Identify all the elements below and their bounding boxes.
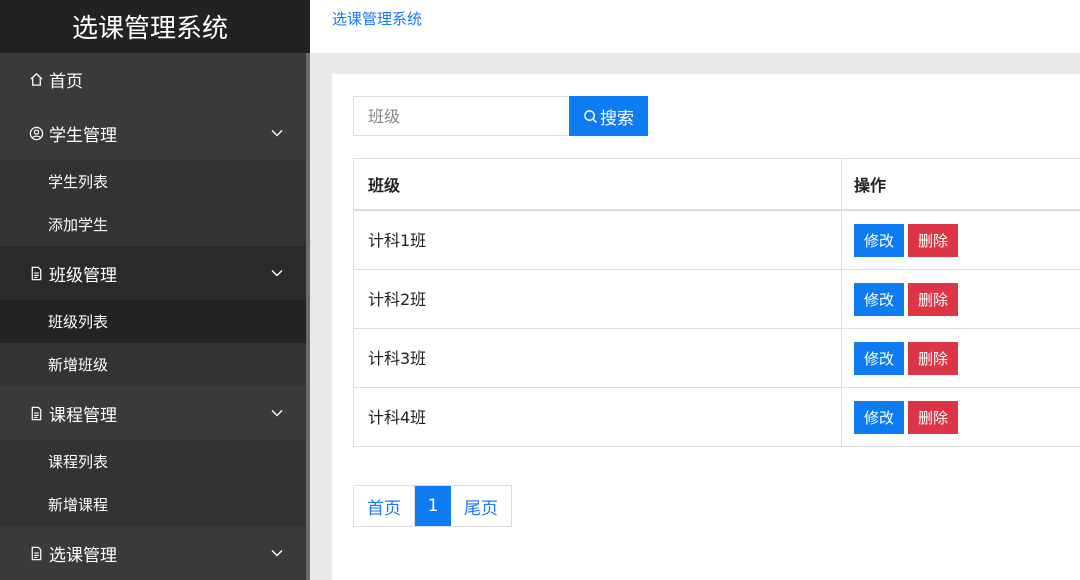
top-bar: 选课管理系统 [310, 0, 1080, 53]
sidebar-item-label: 选课管理 [49, 545, 117, 566]
table-row: 计科3班 修改 删除 [354, 329, 1080, 388]
class-name-cell: 计科2班 [354, 270, 842, 328]
pagination-last[interactable]: 尾页 [451, 486, 511, 526]
search-icon [583, 109, 598, 124]
sidebar-item-label: 课程管理 [49, 405, 117, 426]
sidebar-item-label: 首页 [49, 72, 83, 92]
pagination-current-page[interactable]: 1 [415, 486, 451, 526]
class-name-cell: 计科3班 [354, 329, 842, 387]
edit-button[interactable]: 修改 [854, 341, 904, 375]
document-icon [28, 545, 44, 561]
edit-button[interactable]: 修改 [854, 400, 904, 434]
edit-button[interactable]: 修改 [854, 223, 904, 257]
chevron-down-icon [270, 126, 284, 140]
document-icon [28, 405, 44, 421]
chevron-down-icon [270, 406, 284, 420]
actions-cell: 修改 删除 [842, 270, 1080, 328]
delete-button[interactable]: 删除 [908, 341, 958, 375]
home-icon [28, 72, 44, 88]
search-bar: 搜索 [353, 96, 648, 136]
sidebar-group-classes[interactable]: 班级管理 [0, 246, 310, 300]
table-row: 计科4班 修改 删除 [354, 388, 1080, 447]
class-name-cell: 计科1班 [354, 211, 842, 269]
sidebar-item-add-student[interactable]: 添加学生 [0, 203, 310, 246]
chevron-down-icon [270, 546, 284, 560]
main-panel: 搜索 班级 操作 计科1班 修改 删除 计科2班 修改 删除 计科3班 修改 [332, 74, 1080, 580]
class-table: 班级 操作 计科1班 修改 删除 计科2班 修改 删除 计科3班 修改 删除 计… [353, 158, 1080, 447]
sidebar-group-enrollment[interactable]: 选课管理 [0, 526, 310, 580]
actions-cell: 修改 删除 [842, 388, 1080, 446]
sidebar-item-label: 班级管理 [49, 265, 117, 286]
sidebar-item-home[interactable]: 首页 [0, 53, 310, 106]
sidebar-group-courses[interactable]: 课程管理 [0, 386, 310, 440]
column-header-class: 班级 [354, 159, 842, 209]
actions-cell: 修改 删除 [842, 211, 1080, 269]
chevron-down-icon [270, 266, 284, 280]
search-button[interactable]: 搜索 [569, 96, 648, 136]
sidebar-item-label: 学生管理 [49, 125, 117, 146]
search-button-label: 搜索 [600, 108, 634, 129]
table-row: 计科1班 修改 删除 [354, 211, 1080, 270]
delete-button[interactable]: 删除 [908, 282, 958, 316]
breadcrumb[interactable]: 选课管理系统 [332, 8, 422, 29]
sidebar-item-course-list[interactable]: 课程列表 [0, 440, 310, 483]
search-input[interactable] [353, 96, 569, 136]
sidebar: 选课管理系统 首页 学生管理 学生列表 添加学生 班级管理 班级列表 新增班级 … [0, 0, 310, 580]
class-name-cell: 计科4班 [354, 388, 842, 446]
sidebar-item-add-course[interactable]: 新增课程 [0, 483, 310, 526]
app-title: 选课管理系统 [0, 0, 310, 53]
pagination-first[interactable]: 首页 [354, 486, 415, 526]
delete-button[interactable]: 删除 [908, 400, 958, 434]
edit-button[interactable]: 修改 [854, 282, 904, 316]
table-row: 计科2班 修改 删除 [354, 270, 1080, 329]
column-header-actions: 操作 [854, 176, 887, 195]
sidebar-item-student-list[interactable]: 学生列表 [0, 160, 310, 203]
delete-button[interactable]: 删除 [908, 223, 958, 257]
sidebar-group-students[interactable]: 学生管理 [0, 106, 310, 160]
actions-cell: 修改 删除 [842, 329, 1080, 387]
pagination: 首页 1 尾页 [353, 485, 512, 527]
sidebar-item-add-class[interactable]: 新增班级 [0, 343, 310, 386]
user-circle-icon [28, 125, 44, 141]
table-header: 班级 操作 [354, 159, 1080, 211]
document-icon [28, 265, 44, 281]
sidebar-item-class-list[interactable]: 班级列表 [0, 300, 310, 343]
